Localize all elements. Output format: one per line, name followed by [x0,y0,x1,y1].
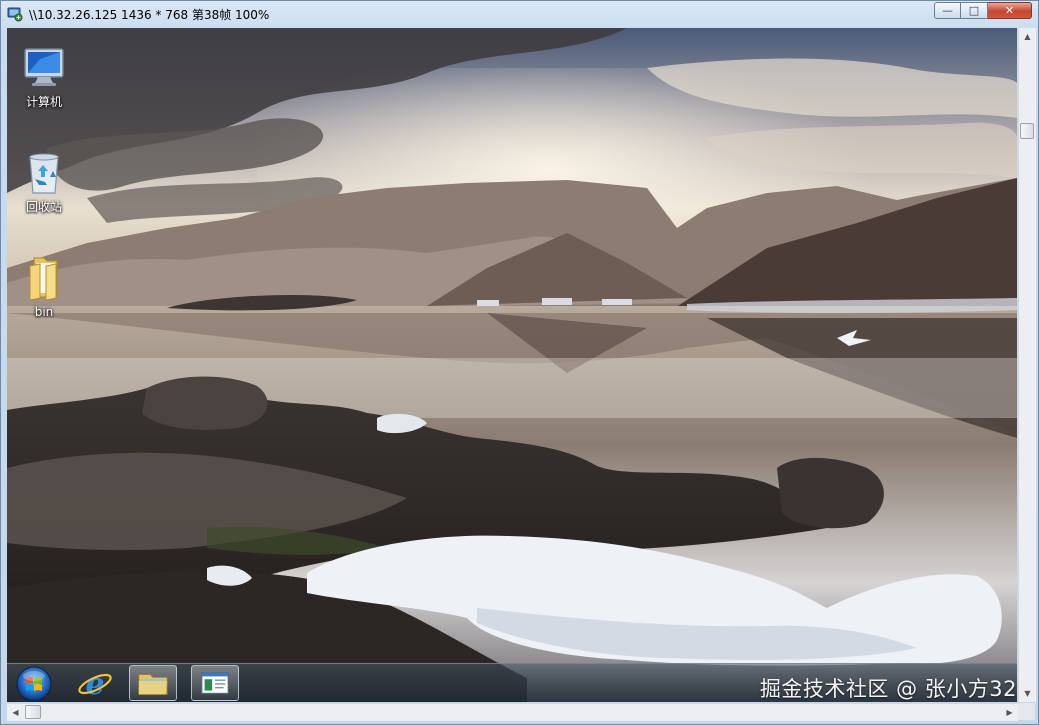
desktop-icon-bin-folder[interactable]: bin [8,254,80,319]
close-button[interactable]: ✕ [988,2,1032,19]
watermark-text: 掘金技术社区 @ 张小方32 [759,677,1017,701]
desktop-icon-label: 回收站 [25,200,62,214]
folder-icon [138,674,168,695]
computer-icon [24,48,64,86]
desktop-icon-computer[interactable]: 计算机 [8,44,80,109]
scroll-left-arrow-icon[interactable]: ◀ [7,704,24,721]
minimize-icon: — [942,4,953,17]
scrollbar-corner [1018,703,1035,720]
taskbar-window-button[interactable] [191,665,239,701]
close-icon: ✕ [1004,4,1015,17]
maximize-icon: □ [968,4,980,17]
vertical-scroll-thumb[interactable] [1020,123,1034,139]
folder-icon [29,257,58,301]
window-controls: — □ ✕ [934,2,1032,20]
svg-text:e: e [85,667,104,701]
windows-orb-icon[interactable] [13,665,53,702]
desktop-wallpaper [7,28,1017,702]
ie-icon: e [78,667,112,702]
scroll-up-arrow-icon[interactable]: ▲ [1019,28,1036,45]
taskbar-explorer-button[interactable] [129,665,177,701]
window-title: \\10.32.26.125 1436 * 768 第38帧 100% [29,8,270,22]
recycle-bin-icon [29,153,59,194]
desktop-icon-label: bin [34,305,54,319]
minimize-button[interactable]: — [934,2,961,19]
maximize-button[interactable]: □ [961,2,988,19]
scroll-right-arrow-icon[interactable]: ▶ [1001,704,1018,721]
window-icon [201,672,229,694]
horizontal-scrollbar[interactable]: ◀ ▶ [7,703,1018,721]
vertical-scrollbar[interactable]: ▲ ▼ [1018,28,1036,702]
remote-desktop-window: \\10.32.26.125 1436 * 768 第38帧 100% — □ … [0,0,1039,725]
desktop-icon-recycle-bin[interactable]: 回收站 [8,149,80,214]
desktop-icon-label: 计算机 [25,95,62,109]
scroll-down-arrow-icon[interactable]: ▼ [1019,685,1036,702]
taskbar-ie-button[interactable]: e [71,665,119,702]
title-bar[interactable]: \\10.32.26.125 1436 * 768 第38帧 100% — □ … [1,1,1038,27]
remote-desktop-view[interactable]: 计算机 回收站 bin e 掘金技术社区 @ 张小方32 [7,28,1017,702]
remote-desktop-icon [7,7,23,22]
taskbar: e 掘金技术社区 @ 张小方32 [7,663,1017,702]
horizontal-scroll-thumb[interactable] [25,705,41,719]
